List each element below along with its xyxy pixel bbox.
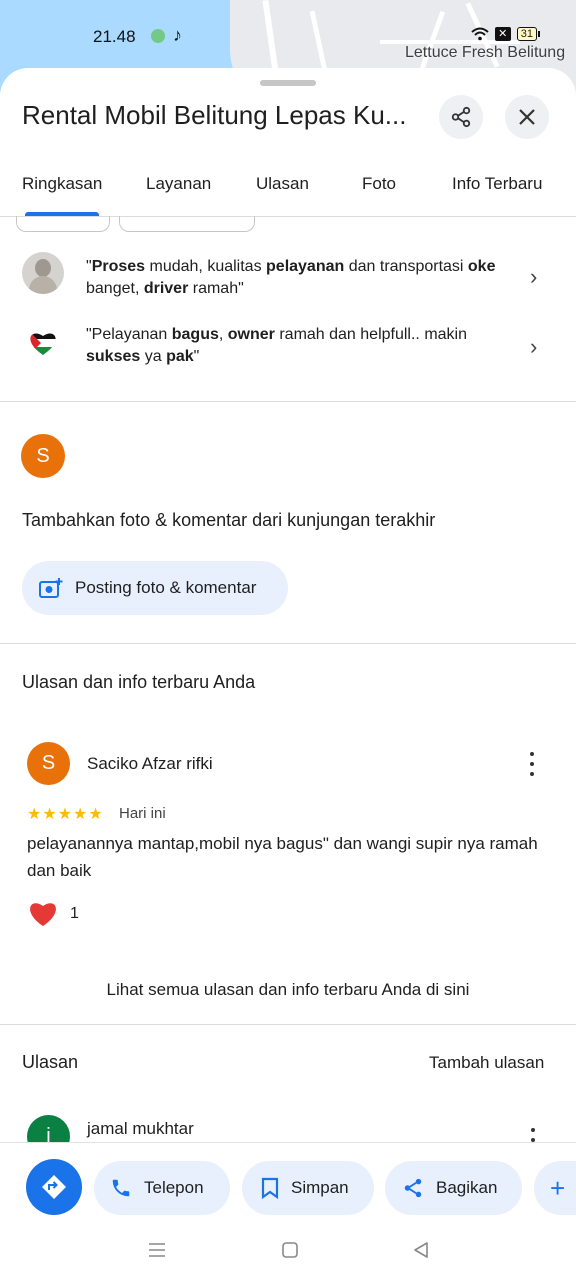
save-button[interactable]: Simpan <box>242 1161 374 1215</box>
snippet-fragment: ya <box>140 348 167 365</box>
directions-button[interactable] <box>26 1159 82 1215</box>
map-place-label[interactable]: Lettuce Fresh Belitung <box>405 44 565 62</box>
recent-apps-icon[interactable] <box>147 1242 167 1258</box>
snippet-fragment: , <box>218 326 228 343</box>
snippet-keyword: Proses <box>91 258 146 275</box>
review-date: Hari ini <box>119 805 166 822</box>
call-button[interactable]: Telepon <box>94 1161 230 1215</box>
snippet-keyword: oke <box>467 258 496 275</box>
no-sim-icon: ✕ <box>494 27 511 41</box>
share-label: Bagikan <box>436 1178 498 1197</box>
see-all-your-reviews-link[interactable]: Lihat semua ulasan dan info terbaru Anda… <box>0 980 576 1000</box>
close-icon <box>519 109 535 125</box>
snippet-text-1: "Proses mudah, kualitas pelayanan dan tr… <box>86 256 506 300</box>
review-author-name[interactable]: Saciko Afzar rifki <box>87 754 213 774</box>
status-time: 21.48 <box>93 27 136 46</box>
directions-icon <box>42 1175 66 1199</box>
snippet-keyword: pak <box>166 348 194 365</box>
system-nav-bar <box>0 1232 576 1280</box>
more-options-icon[interactable] <box>529 1128 537 1142</box>
your-reviews-heading: Ulasan dan info terbaru Anda <box>22 672 256 692</box>
snippet-fragment: ramah" <box>188 280 244 297</box>
place-sheet: Rental Mobil Belitung Lepas Ku... Ringka… <box>0 68 576 1280</box>
home-icon[interactable] <box>281 1241 299 1259</box>
chip[interactable] <box>119 216 255 232</box>
heart-icon <box>30 903 56 926</box>
snippet-fragment: " <box>193 348 200 365</box>
share-button[interactable] <box>439 95 483 139</box>
tab-ringkasan[interactable]: Ringkasan <box>22 174 102 194</box>
section-divider <box>0 401 576 402</box>
tab-foto[interactable]: Foto <box>362 174 396 194</box>
tab-bar: Ringkasan Layanan Ulasan Foto Info Terba… <box>0 164 576 217</box>
snippet-text-2: "Pelayanan bagus, owner ramah dan helpfu… <box>86 324 506 368</box>
review-author-name[interactable]: jamal mukhtar <box>87 1119 194 1139</box>
share-action-button[interactable]: Bagikan <box>385 1161 522 1215</box>
review-snippet-row[interactable]: "Proses mudah, kualitas pelayanan dan tr… <box>0 244 576 306</box>
snippet-fragment: ramah dan helpfull.. makin <box>274 326 467 343</box>
review-text: pelayanannya mantap,mobil nya bagus" dan… <box>27 834 538 880</box>
notification-dot-icon <box>151 29 165 43</box>
back-icon[interactable] <box>412 1241 430 1259</box>
plus-icon: + <box>550 1173 566 1203</box>
snippet-keyword: sukses <box>86 348 141 365</box>
place-title: Rental Mobil Belitung Lepas Ku... <box>22 100 407 130</box>
add-review-link[interactable]: Tambah ulasan <box>429 1053 544 1073</box>
tab-ulasan[interactable]: Ulasan <box>256 174 309 194</box>
heart-flag-icon <box>30 333 56 355</box>
reviewer-avatar <box>22 252 64 294</box>
review-snippet-row[interactable]: "Pelayanan bagus, owner ramah dan helpfu… <box>0 314 576 376</box>
share-icon <box>451 106 471 128</box>
chevron-right-icon: › <box>530 264 538 289</box>
section-divider <box>0 1024 576 1025</box>
phone-icon <box>112 1179 130 1197</box>
section-divider <box>0 643 576 644</box>
status-icons: ✕ 31 <box>471 27 540 41</box>
chevron-right-icon: › <box>530 334 538 359</box>
status-bar: 21.48 ♪ ✕ 31 Lettuce Fresh Belitung <box>0 0 576 70</box>
wifi-icon <box>471 27 489 41</box>
review-author-avatar[interactable]: S <box>27 742 70 785</box>
drag-handle[interactable] <box>260 80 316 86</box>
snippet-fragment: "Pelayanan <box>86 326 172 343</box>
tab-layanan[interactable]: Layanan <box>146 174 211 194</box>
battery-icon: 31 <box>516 27 540 41</box>
close-button[interactable] <box>505 95 549 139</box>
snippet-fragment: mudah, kualitas <box>145 258 267 275</box>
chip[interactable] <box>16 216 110 232</box>
snippet-keyword: bagus <box>171 326 219 343</box>
snippet-fragment: banget, <box>86 280 144 297</box>
snippet-fragment: dan transportasi <box>344 258 468 275</box>
music-note-icon: ♪ <box>173 25 182 45</box>
snippet-keyword: pelayanan <box>266 258 345 275</box>
post-photo-button[interactable]: Posting foto & komentar <box>22 561 288 615</box>
user-avatar: S <box>21 434 65 478</box>
add-photo-icon <box>39 578 63 598</box>
action-bar: Telepon Simpan Bagikan + <box>0 1142 576 1233</box>
bookmark-icon <box>261 1177 279 1199</box>
snippet-keyword: driver <box>143 280 189 297</box>
share-icon <box>404 1178 422 1198</box>
snippet-keyword: owner <box>227 326 275 343</box>
like-button[interactable]: 1 <box>28 900 79 927</box>
more-actions-button[interactable]: + <box>534 1161 576 1215</box>
add-photo-heading: Tambahkan foto & komentar dari kunjungan… <box>22 510 436 530</box>
reviews-heading: Ulasan <box>22 1052 79 1072</box>
call-label: Telepon <box>144 1178 204 1197</box>
tab-info-terbaru[interactable]: Info Terbaru <box>452 174 542 194</box>
save-label: Simpan <box>291 1178 349 1197</box>
like-count: 1 <box>70 904 79 922</box>
palestine-heart-avatar <box>28 330 58 356</box>
more-options-icon[interactable] <box>520 752 544 776</box>
battery-level: 31 <box>516 27 537 41</box>
review-stars: ★★★★★ <box>27 806 104 823</box>
post-photo-label: Posting foto & komentar <box>75 578 257 597</box>
